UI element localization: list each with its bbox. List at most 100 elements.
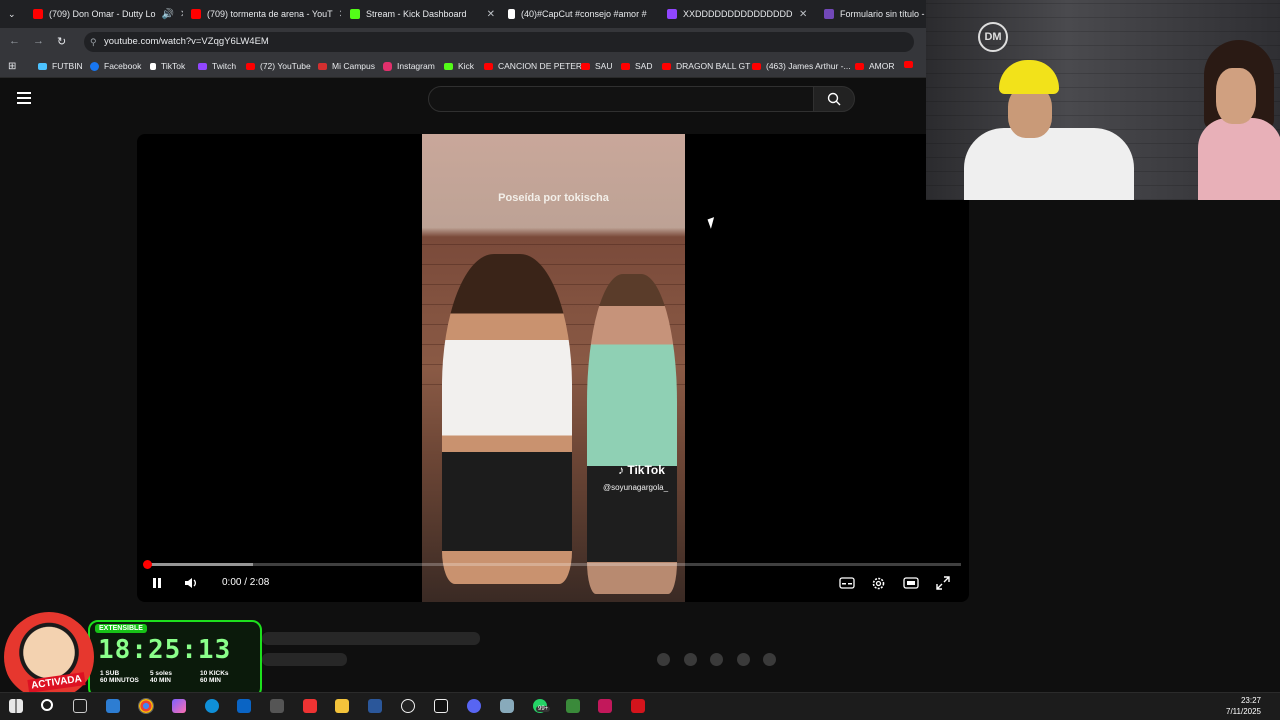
- copilot-icon[interactable]: [172, 699, 186, 713]
- outlook-icon[interactable]: [237, 699, 251, 713]
- action-placeholder: [763, 653, 776, 666]
- pause-icon: [153, 578, 161, 588]
- bookmark-amor[interactable]: AMOR: [855, 61, 895, 71]
- dm-logo: DM: [978, 22, 1008, 52]
- progress-buffered: [147, 563, 253, 566]
- tab-xxddd[interactable]: XXDDDDDDDDDDDDDDDDDD ✕: [667, 4, 810, 24]
- video-frame[interactable]: Poseída por tokischa ♪ TikTok @soyunagar…: [422, 134, 685, 602]
- word-icon[interactable]: [368, 699, 382, 713]
- search-icon: [827, 92, 841, 106]
- cohost-body: [1198, 118, 1280, 200]
- volume-button[interactable]: [184, 576, 198, 593]
- file-explorer-icon[interactable]: [335, 699, 349, 713]
- onenote-icon[interactable]: [598, 699, 612, 713]
- streamer-shirt: [964, 128, 1134, 200]
- back-icon[interactable]: ←: [9, 35, 20, 47]
- discord-icon[interactable]: [467, 699, 481, 713]
- bookmark-james-arthur[interactable]: (463) James Arthur -...: [752, 61, 851, 71]
- url-input[interactable]: ⚲ youtube.com/watch?v=VZqgY6LW4EM: [84, 32, 914, 52]
- notification-count-badge: 99+: [536, 706, 551, 712]
- acrobat-icon[interactable]: [631, 699, 645, 713]
- progress-bar[interactable]: [147, 563, 961, 566]
- tab-kick-dashboard[interactable]: Stream - Kick Dashboard ✕: [350, 4, 495, 24]
- cohost-face: [1216, 68, 1256, 124]
- webcam-feed: DM: [926, 0, 1280, 200]
- tab-don-omar[interactable]: (709) Don Omar - Dutty Lo 🔊 ✕: [33, 4, 183, 24]
- bookmark-sad[interactable]: SAD: [621, 61, 652, 71]
- tab-capcut[interactable]: (40)#CapCut #consejo #amor # ✕: [508, 4, 653, 24]
- youtube-icon: [662, 62, 671, 70]
- media-player-icon[interactable]: [303, 699, 317, 713]
- task-view-icon[interactable]: [73, 699, 87, 713]
- store-icon[interactable]: [106, 699, 120, 713]
- youtube-icon: [191, 9, 201, 19]
- menu-icon[interactable]: [17, 92, 31, 107]
- subtitles-button[interactable]: [839, 577, 855, 592]
- search-button[interactable]: [813, 86, 855, 112]
- close-tab-icon[interactable]: ✕: [799, 9, 807, 20]
- theater-mode-button[interactable]: [903, 577, 919, 592]
- settings-button[interactable]: [871, 576, 886, 594]
- youtube-icon: [855, 62, 864, 70]
- pause-button[interactable]: [151, 577, 163, 592]
- bookmark-youtube[interactable]: (72) YouTube: [246, 61, 311, 71]
- theater-icon: [903, 577, 919, 589]
- bookmark-instagram[interactable]: Instagram: [383, 61, 435, 71]
- time-display: 0:00 / 2:08: [222, 577, 270, 588]
- youtube-icon: [752, 62, 761, 70]
- close-tab-icon[interactable]: ✕: [339, 9, 341, 20]
- youtube-icon: [484, 62, 493, 70]
- edge-icon[interactable]: [205, 699, 219, 713]
- futbin-icon: [38, 62, 47, 70]
- bookmark-tiktok[interactable]: TikTok: [150, 61, 185, 71]
- reload-icon[interactable]: ↻: [57, 35, 66, 48]
- close-tab-icon[interactable]: ✕: [487, 9, 495, 20]
- obs-icon[interactable]: [401, 699, 415, 713]
- action-placeholder: [737, 653, 750, 666]
- calculator-icon[interactable]: [566, 699, 580, 713]
- taskbar-search-icon[interactable]: [41, 699, 53, 711]
- bookmark-sau[interactable]: SAU: [581, 61, 612, 71]
- action-placeholder: [657, 653, 670, 666]
- chrome-icon[interactable]: [138, 698, 154, 714]
- tab-list-chevron-icon[interactable]: ⌄: [8, 4, 16, 24]
- capcut-icon[interactable]: [434, 699, 448, 713]
- forward-icon[interactable]: →: [33, 35, 44, 47]
- bookmark-overflow[interactable]: [904, 61, 918, 68]
- bookmark-facebook[interactable]: Facebook: [90, 61, 141, 71]
- video-player[interactable]: Poseída por tokischa ♪ TikTok @soyunagar…: [137, 134, 969, 602]
- apps-grid-icon[interactable]: ⊞: [8, 61, 16, 72]
- bookmark-mi-campus[interactable]: Mi Campus: [318, 61, 375, 71]
- rule-soles: 5 soles 40 MIN: [150, 670, 173, 684]
- system-clock[interactable]: 23:27 7/11/2025: [1226, 695, 1261, 717]
- tab-tormenta-de-arena[interactable]: (709) tormenta de arena - YouT ✕: [191, 4, 341, 24]
- tiktok-icon: [508, 9, 515, 19]
- tab-formulario[interactable]: Formulario sin título - Fo: [824, 4, 926, 24]
- address-bar-row: ← → ↻ ⚲ youtube.com/watch?v=VZqgY6LW4EM: [0, 28, 926, 56]
- forms-icon: [824, 9, 834, 19]
- speaker-icon: 🔊: [161, 8, 174, 20]
- instagram-icon: [383, 61, 392, 71]
- progress-scrubber[interactable]: [143, 560, 152, 569]
- tiktok-watermark: ♪ TikTok: [618, 463, 665, 477]
- bookmark-dragon-ball-gt[interactable]: DRAGON BALL GT: [662, 61, 750, 71]
- extensible-badge: EXTENSIBLE: [95, 624, 147, 633]
- close-tab-icon[interactable]: ✕: [180, 9, 183, 20]
- youtube-icon: [581, 62, 590, 70]
- fullscreen-button[interactable]: [936, 576, 950, 593]
- windows-start-icon[interactable]: [9, 699, 23, 713]
- site-info-icon[interactable]: ⚲: [90, 32, 97, 52]
- search-input[interactable]: [428, 86, 814, 112]
- man-figure: [587, 274, 677, 594]
- facebook-icon: [90, 61, 99, 71]
- steam-icon[interactable]: [500, 699, 514, 713]
- tiktok-icon: [150, 62, 156, 70]
- volume-icon: [185, 578, 196, 588]
- bookmark-futbin[interactable]: FUTBIN: [38, 61, 83, 71]
- action-placeholder: [710, 653, 723, 666]
- bookmark-kick[interactable]: Kick: [444, 61, 474, 71]
- bookmark-cancion-de-peter[interactable]: CANCION DE PETER: [484, 61, 582, 71]
- bookmark-twitch[interactable]: Twitch: [198, 61, 236, 71]
- bookmarks-bar: ⊞ FUTBIN Facebook TikTok Twitch (72) You…: [0, 56, 926, 78]
- game-icon[interactable]: [270, 699, 284, 713]
